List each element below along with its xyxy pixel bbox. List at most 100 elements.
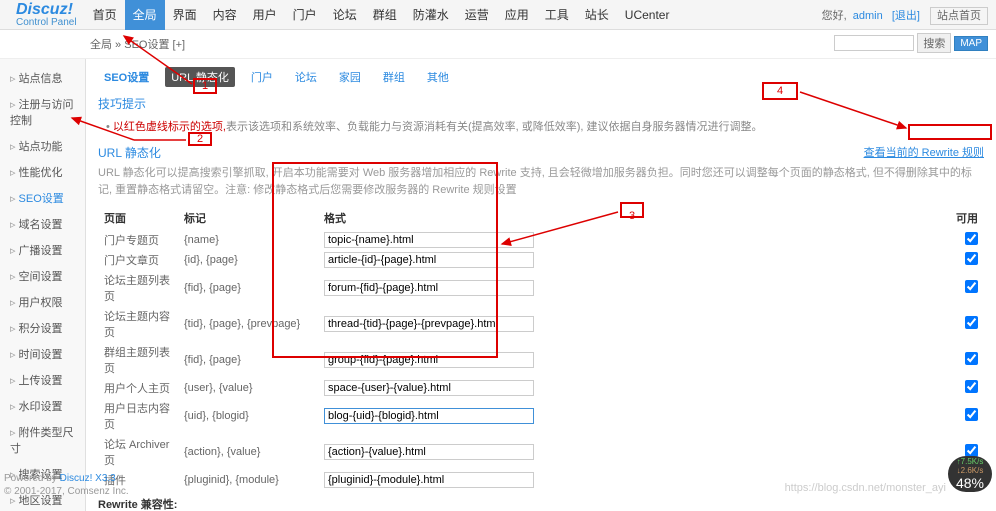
table-row: 群组主题列表页{fid}, {page} — [98, 342, 984, 378]
top-tab-12[interactable]: 站长 — [577, 0, 617, 30]
map-button[interactable]: MAP — [954, 36, 988, 51]
format-input[interactable] — [324, 280, 534, 296]
cell-format — [318, 342, 944, 378]
top-tab-7[interactable]: 群组 — [365, 0, 405, 30]
avail-checkbox[interactable] — [965, 280, 978, 293]
sidebar-item-1[interactable]: ▹注册与访问控制 — [0, 91, 85, 133]
format-input[interactable] — [324, 352, 534, 368]
th-avail: 可用 — [944, 206, 984, 230]
avail-checkbox[interactable] — [965, 380, 978, 393]
cell-mark: {tid}, {page}, {prevpage} — [178, 306, 318, 342]
table-row: 用户日志内容页{uid}, {blogid} — [98, 398, 984, 434]
cell-avail — [944, 306, 984, 342]
cell-mark: {pluginid}, {module} — [178, 470, 318, 490]
sub-tab-label: SEO设置 — [98, 67, 155, 87]
table-row: 门户专题页{name} — [98, 230, 984, 250]
sub-tab-2[interactable]: 论坛 — [289, 67, 323, 87]
format-input[interactable] — [324, 380, 534, 396]
table-row: 论坛主题内容页{tid}, {page}, {prevpage} — [98, 306, 984, 342]
sub-tab-5[interactable]: 其他 — [421, 67, 455, 87]
cell-mark: {user}, {value} — [178, 378, 318, 398]
breadcrumb: 全局 » SEO设置 [+] — [90, 39, 185, 51]
th-page: 页面 — [98, 206, 178, 230]
cell-avail — [944, 378, 984, 398]
avail-checkbox[interactable] — [965, 232, 978, 245]
format-input[interactable] — [324, 472, 534, 488]
cell-format — [318, 434, 944, 470]
greeting: 您好, — [822, 10, 847, 22]
sidebar-item-2[interactable]: ▹站点功能 — [0, 133, 85, 159]
cell-mark: {fid}, {page} — [178, 342, 318, 378]
sidebar-item-11[interactable]: ▹上传设置 — [0, 367, 85, 393]
avail-checkbox[interactable] — [965, 316, 978, 329]
format-input[interactable] — [324, 316, 534, 332]
sidebar-item-0[interactable]: ▹站点信息 — [0, 65, 85, 91]
avail-checkbox[interactable] — [965, 408, 978, 421]
format-input[interactable] — [324, 408, 534, 424]
top-tabs: 首页全局界面内容用户门户论坛群组防灌水运营应用工具站长UCenter — [85, 0, 678, 30]
avail-checkbox[interactable] — [965, 252, 978, 265]
badge-pct: 48% — [956, 475, 984, 491]
top-tab-5[interactable]: 门户 — [285, 0, 325, 30]
speed-badge: ↑7.5K/s ↓2.6K/s 48% — [948, 456, 992, 492]
format-input[interactable] — [324, 252, 534, 268]
logo: Discuz! — [8, 2, 85, 18]
sub-tab-1[interactable]: 门户 — [245, 67, 279, 87]
top-tab-9[interactable]: 运营 — [457, 0, 497, 30]
cell-page: 论坛主题列表页 — [98, 270, 178, 306]
cell-mark: {action}, {value} — [178, 434, 318, 470]
section-title-row: URL 静态化 查看当前的 Rewrite 规则 — [98, 144, 984, 161]
sub-tab-3[interactable]: 家园 — [333, 67, 367, 87]
cell-format — [318, 250, 944, 270]
sidebar-item-10[interactable]: ▹时间设置 — [0, 341, 85, 367]
top-tab-13[interactable]: UCenter — [617, 0, 678, 30]
cell-avail — [944, 250, 984, 270]
sidebar-item-4[interactable]: ▹SEO设置 — [0, 185, 85, 211]
top-tab-0[interactable]: 首页 — [85, 0, 125, 30]
table-row: 用户个人主页{user}, {value} — [98, 378, 984, 398]
cell-page: 用户个人主页 — [98, 378, 178, 398]
username-link[interactable]: admin — [853, 10, 883, 22]
sidebar: ▹站点信息▹注册与访问控制▹站点功能▹性能优化▹SEO设置▹域名设置▹广播设置▹… — [0, 59, 86, 511]
search-button[interactable]: 搜索 — [917, 33, 951, 53]
avail-checkbox[interactable] — [965, 352, 978, 365]
sidebar-item-13[interactable]: ▹附件类型尺寸 — [0, 419, 85, 461]
sidebar-item-9[interactable]: ▹积分设置 — [0, 315, 85, 341]
breadcrumb-bar: 全局 » SEO设置 [+] 搜索 MAP — [0, 30, 996, 59]
top-tab-1[interactable]: 全局 — [125, 0, 165, 30]
top-bar: Discuz! Control Panel 首页全局界面内容用户门户论坛群组防灌… — [0, 0, 996, 30]
content: SEO设置 URL 静态化门户论坛家园群组其他 技巧提示 • 以红色虚线标示的选… — [86, 59, 996, 511]
top-tab-4[interactable]: 用户 — [245, 0, 285, 30]
sidebar-item-7[interactable]: ▹空间设置 — [0, 263, 85, 289]
sidebar-item-3[interactable]: ▹性能优化 — [0, 159, 85, 185]
sub-tab-0[interactable]: URL 静态化 — [165, 67, 235, 87]
site-home-button[interactable]: 站点首页 — [930, 7, 988, 25]
sidebar-item-12[interactable]: ▹水印设置 — [0, 393, 85, 419]
rewrite-tbody: 门户专题页{name}门户文章页{id}, {page}论坛主题列表页{fid}… — [98, 230, 984, 490]
user-area: 您好, admin [退出] 站点首页 — [822, 7, 988, 23]
sidebar-item-5[interactable]: ▹域名设置 — [0, 211, 85, 237]
format-input[interactable] — [324, 444, 534, 460]
search-input[interactable] — [834, 35, 914, 51]
rewrite-compat-label: Rewrite 兼容性: — [98, 499, 177, 511]
tips-red: 以红色虚线标示的选项, — [113, 121, 226, 133]
footer-link[interactable]: Discuz! X3.3 — [60, 473, 116, 484]
sidebar-item-6[interactable]: ▹广播设置 — [0, 237, 85, 263]
format-input[interactable] — [324, 232, 534, 248]
top-tab-3[interactable]: 内容 — [205, 0, 245, 30]
top-tab-8[interactable]: 防灌水 — [405, 0, 457, 30]
top-tab-2[interactable]: 界面 — [165, 0, 205, 30]
brand-col: Discuz! Control Panel — [8, 2, 85, 28]
table-row: 论坛 Archiver 页{action}, {value} — [98, 434, 984, 470]
sub-tab-4[interactable]: 群组 — [377, 67, 411, 87]
top-tab-6[interactable]: 论坛 — [325, 0, 365, 30]
logout-link[interactable]: [退出] — [892, 10, 920, 22]
sidebar-item-8[interactable]: ▹用户权限 — [0, 289, 85, 315]
view-rewrite-rules-link[interactable]: 查看当前的 Rewrite 规则 — [864, 144, 984, 161]
search-area: 搜索 MAP — [834, 33, 988, 53]
rewrite-table: 页面 标记 格式 可用 门户专题页{name}门户文章页{id}, {page}… — [98, 206, 984, 490]
cell-mark: {name} — [178, 230, 318, 250]
top-tab-11[interactable]: 工具 — [537, 0, 577, 30]
panel-label: Control Panel — [8, 18, 85, 28]
top-tab-10[interactable]: 应用 — [497, 0, 537, 30]
